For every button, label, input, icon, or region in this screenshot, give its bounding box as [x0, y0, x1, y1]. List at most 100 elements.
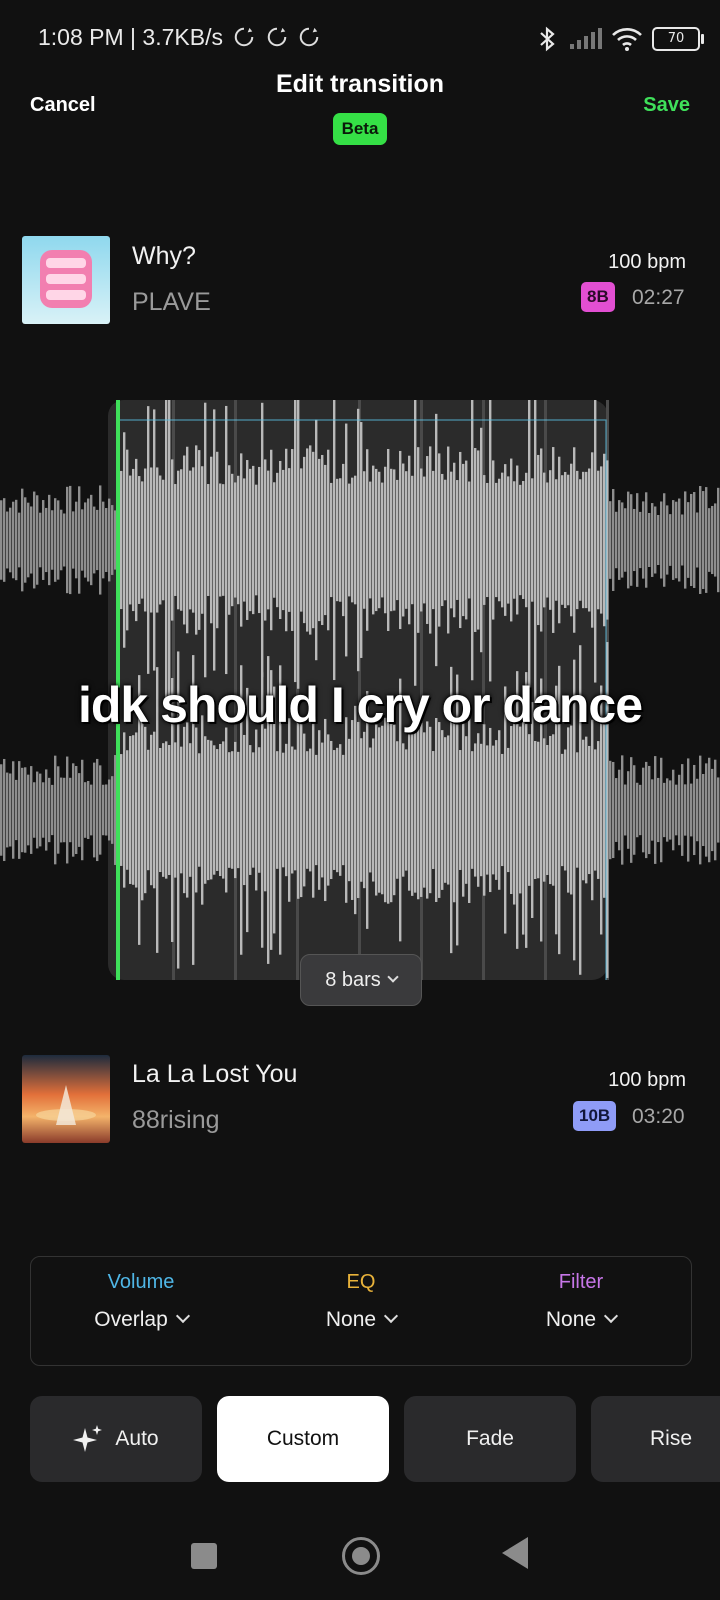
waveform-bar — [552, 447, 555, 633]
waveform-bar — [45, 769, 48, 851]
waveform-bar — [675, 501, 678, 579]
bars-length-dropdown[interactable]: 8 bars — [300, 954, 422, 1006]
waveform-bar — [429, 726, 432, 894]
preset-fade-button[interactable]: Fade — [404, 1396, 576, 1482]
waveform-bar — [126, 449, 129, 631]
waveform-bar — [498, 478, 501, 602]
track-to-title: La La Lost You — [132, 1060, 298, 1088]
waveform-bar — [36, 771, 39, 849]
video-caption: idk should I cry or dance — [77, 677, 643, 733]
filter-control[interactable]: Filter None — [471, 1257, 691, 1332]
waveform-bar — [15, 499, 18, 581]
waveform-bar — [393, 724, 396, 896]
preset-auto-button[interactable]: Auto — [30, 1396, 202, 1482]
waveform-bar — [264, 459, 267, 621]
home-icon[interactable] — [342, 1537, 380, 1575]
preset-rise-button[interactable]: Rise — [591, 1396, 720, 1482]
waveform-bar — [210, 740, 213, 880]
waveform-bar — [555, 479, 558, 601]
waveform-bar — [69, 485, 72, 595]
filter-label: Filter — [558, 1271, 604, 1293]
waveform-bar — [285, 448, 288, 632]
waveform-bar — [207, 739, 210, 881]
waveform-bar — [150, 734, 153, 886]
waveform-bar — [612, 761, 615, 859]
waveform-bar — [624, 508, 627, 572]
waveform-bar — [411, 475, 414, 605]
waveform-bar — [567, 727, 570, 893]
waveform-bar — [138, 476, 141, 604]
waveform-bar — [192, 467, 195, 613]
waveform-bar — [600, 466, 603, 614]
waveform-bar — [390, 468, 393, 612]
waveform-bar — [570, 463, 573, 617]
waveform-bar — [624, 784, 627, 836]
waveform-bar — [285, 743, 288, 877]
waveform-bar — [546, 482, 549, 598]
waveform-bar — [297, 391, 300, 689]
waveform-bar — [432, 751, 435, 869]
waveform-bar — [693, 764, 696, 856]
waveform-bar — [369, 747, 372, 873]
waveform-bar — [588, 468, 591, 612]
waveform-bar — [12, 501, 15, 579]
waveform-bar — [597, 741, 600, 879]
bars-length-label: 8 bars — [325, 969, 381, 991]
waveform-bar — [609, 501, 612, 579]
eq-control[interactable]: EQ None — [251, 1257, 471, 1332]
preset-custom-button[interactable]: Custom — [217, 1396, 389, 1482]
waveform-bar — [237, 751, 240, 869]
waveform-bar — [129, 475, 132, 605]
waveform-bar — [402, 743, 405, 877]
waveform-bar — [18, 512, 21, 568]
waveform-bar — [648, 765, 651, 855]
track-from-artist: PLAVE — [132, 288, 211, 316]
waveform-bar — [309, 748, 312, 872]
waveform-bar — [111, 776, 114, 844]
waveform-bar — [147, 406, 150, 674]
waveform-bar — [573, 447, 576, 633]
waveform-bar — [348, 738, 351, 882]
waveform-bar — [162, 743, 165, 877]
waveform-bar — [390, 717, 393, 903]
recents-icon[interactable] — [191, 1543, 217, 1569]
waveform-bar — [105, 784, 108, 836]
volume-control[interactable]: Volume Overlap — [31, 1257, 251, 1332]
waveform-bar — [357, 721, 360, 899]
waveform-bar — [387, 448, 390, 632]
waveform-bar — [324, 464, 327, 616]
save-button[interactable]: Save — [643, 94, 690, 117]
waveform-bar — [312, 722, 315, 898]
waveform-bar — [48, 777, 51, 843]
waveform-bar — [420, 723, 423, 897]
waveform-bar — [255, 484, 258, 596]
waveform-bar — [477, 733, 480, 887]
waveform-bar — [627, 771, 630, 849]
waveform-bar — [123, 432, 126, 648]
waveform-bar — [477, 450, 480, 630]
waveform-bar — [333, 750, 336, 870]
waveform-bar — [630, 494, 633, 586]
waveform-bar — [483, 724, 486, 896]
waveform-bar — [561, 475, 564, 605]
waveform-bar — [441, 730, 444, 890]
waveform-bar — [369, 481, 372, 599]
waveform-bar — [714, 759, 717, 861]
waveform-bar — [582, 739, 585, 881]
waveform-bar — [438, 453, 441, 627]
waveform-bar — [165, 741, 168, 879]
waveform-bar — [411, 724, 414, 896]
waveform-bar — [681, 764, 684, 856]
waveform-bar — [354, 705, 357, 915]
waveform-bar — [654, 756, 657, 864]
waveform-bar — [174, 484, 177, 596]
waveform-bar — [438, 722, 441, 898]
back-icon[interactable] — [502, 1537, 528, 1569]
waveform-bar — [144, 726, 147, 894]
waveform-bar — [288, 468, 291, 612]
waveform-bar — [402, 463, 405, 617]
waveform-bar — [531, 478, 534, 602]
waveform-bar — [435, 718, 438, 902]
waveform-bar — [306, 448, 309, 632]
waveform-bar — [33, 491, 36, 589]
